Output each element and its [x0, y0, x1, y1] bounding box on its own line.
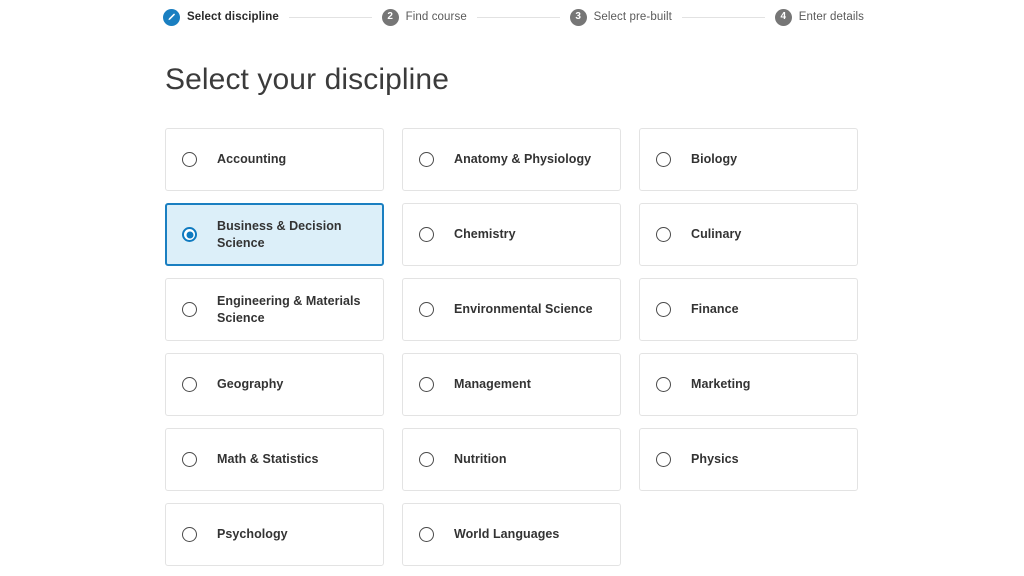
discipline-option[interactable]: Business & Decision Science: [165, 203, 384, 266]
radio-unselected-icon[interactable]: [182, 152, 197, 167]
discipline-option-label: Physics: [691, 452, 739, 467]
step-number-badge: 2: [381, 8, 399, 26]
grid-empty-cell: [639, 503, 858, 566]
discipline-option[interactable]: Chemistry: [402, 203, 621, 266]
discipline-option[interactable]: Physics: [639, 428, 858, 491]
step-select-pre-built[interactable]: 3 Select pre-built: [569, 8, 672, 26]
radio-unselected-icon[interactable]: [419, 302, 434, 317]
radio-unselected-icon[interactable]: [182, 527, 197, 542]
step-label: Select pre-built: [593, 11, 672, 23]
discipline-option-label: Finance: [691, 302, 739, 317]
step-number-badge: 3: [569, 8, 587, 26]
radio-selected-icon[interactable]: [182, 227, 197, 242]
radio-unselected-icon[interactable]: [182, 452, 197, 467]
radio-unselected-icon[interactable]: [419, 152, 434, 167]
radio-unselected-icon[interactable]: [419, 377, 434, 392]
discipline-option-label: Engineering & Materials Science: [217, 294, 361, 325]
progress-stepper: Select discipline 2 Find course 3 Select…: [163, 0, 864, 29]
step-connector: [476, 16, 560, 18]
discipline-option-label: Environmental Science: [454, 302, 593, 317]
discipline-option[interactable]: Environmental Science: [402, 278, 621, 341]
radio-unselected-icon[interactable]: [182, 377, 197, 392]
radio-unselected-icon[interactable]: [656, 152, 671, 167]
discipline-option-label: Chemistry: [454, 227, 516, 242]
discipline-option-label: World Languages: [454, 527, 560, 542]
step-select-discipline[interactable]: Select discipline: [163, 8, 279, 26]
discipline-option[interactable]: Culinary: [639, 203, 858, 266]
discipline-option[interactable]: World Languages: [402, 503, 621, 566]
radio-unselected-icon[interactable]: [182, 302, 197, 317]
step-connector: [681, 16, 765, 18]
discipline-option-label: Culinary: [691, 227, 742, 242]
discipline-option-label: Management: [454, 377, 531, 392]
discipline-option[interactable]: Anatomy & Physiology: [402, 128, 621, 191]
radio-unselected-icon[interactable]: [419, 452, 434, 467]
pencil-icon: [163, 8, 180, 26]
discipline-options-grid: Accounting Anatomy & Physiology Biology Bus…: [165, 128, 859, 566]
step-label: Enter details: [798, 11, 864, 23]
discipline-option[interactable]: Math & Statistics: [165, 428, 384, 491]
discipline-option-label: Anatomy & Physiology: [454, 152, 592, 167]
step-number-badge: 4: [774, 8, 792, 26]
page-title: Select your discipline: [165, 63, 450, 96]
discipline-option-label: Marketing: [691, 377, 751, 392]
discipline-option[interactable]: Finance: [639, 278, 858, 341]
radio-unselected-icon[interactable]: [656, 377, 671, 392]
discipline-option[interactable]: Biology: [639, 128, 858, 191]
discipline-option[interactable]: Management: [402, 353, 621, 416]
radio-unselected-icon[interactable]: [656, 227, 671, 242]
discipline-option-label: Geography: [217, 377, 284, 392]
radio-unselected-icon[interactable]: [419, 527, 434, 542]
radio-unselected-icon[interactable]: [656, 452, 671, 467]
discipline-option-label: Accounting: [217, 152, 287, 167]
discipline-option[interactable]: Geography: [165, 353, 384, 416]
discipline-option-label: Nutrition: [454, 452, 507, 467]
step-label: Find course: [405, 11, 467, 23]
discipline-option-label: Math & Statistics: [217, 452, 319, 467]
step-enter-details[interactable]: 4 Enter details: [774, 8, 864, 26]
discipline-option-label: Biology: [691, 152, 738, 167]
discipline-option-label: Psychology: [217, 527, 288, 542]
discipline-option[interactable]: Marketing: [639, 353, 858, 416]
radio-unselected-icon[interactable]: [419, 227, 434, 242]
discipline-option[interactable]: Engineering & Materials Science: [165, 278, 384, 341]
step-label: Select discipline: [187, 11, 279, 23]
discipline-option[interactable]: Psychology: [165, 503, 384, 566]
discipline-option-label: Business & Decision Science: [217, 219, 342, 250]
discipline-option[interactable]: Nutrition: [402, 428, 621, 491]
step-connector: [288, 16, 372, 18]
discipline-option[interactable]: Accounting: [165, 128, 384, 191]
radio-unselected-icon[interactable]: [656, 302, 671, 317]
step-find-course[interactable]: 2 Find course: [381, 8, 467, 26]
